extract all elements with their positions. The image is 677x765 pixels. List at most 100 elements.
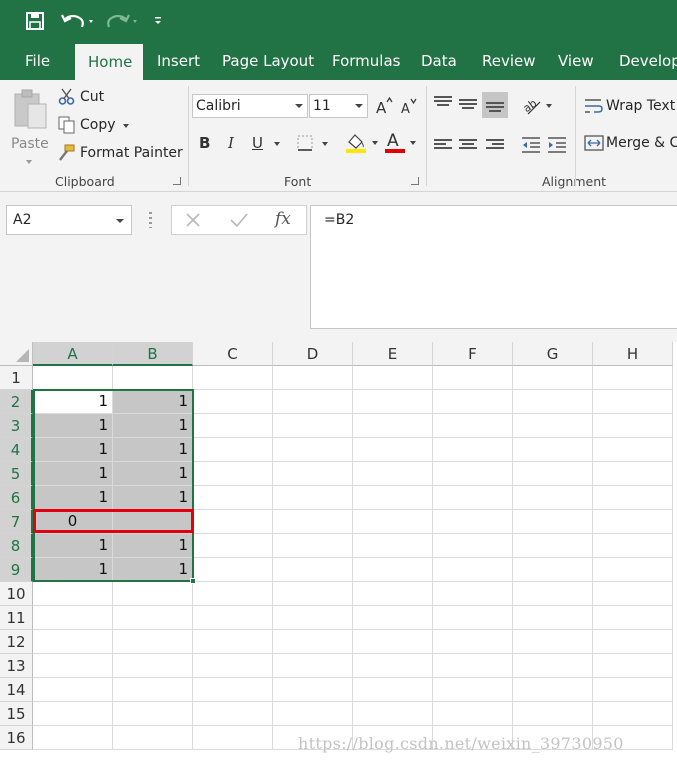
cell-a1[interactable] xyxy=(33,366,113,390)
cell-h15[interactable] xyxy=(593,702,673,726)
tab-insert[interactable]: Insert xyxy=(157,42,200,80)
cell-g8[interactable] xyxy=(513,534,593,558)
increase-font-size-button[interactable]: A xyxy=(375,96,393,117)
row-header-1[interactable]: 1 xyxy=(0,366,33,390)
cell-b15[interactable] xyxy=(113,702,193,726)
italic-button[interactable]: I xyxy=(228,134,234,152)
cell-g5[interactable] xyxy=(513,462,593,486)
cell-g13[interactable] xyxy=(513,654,593,678)
cell-f8[interactable] xyxy=(433,534,513,558)
cell-d5[interactable] xyxy=(273,462,353,486)
column-header-h[interactable]: H xyxy=(593,342,673,366)
cell-c3[interactable] xyxy=(193,414,273,438)
cell-h11[interactable] xyxy=(593,606,673,630)
cell-a11[interactable] xyxy=(33,606,113,630)
tab-home[interactable]: Home xyxy=(75,44,143,80)
cell-b12[interactable] xyxy=(113,630,193,654)
tab-review[interactable]: Review xyxy=(482,42,536,80)
cell-f14[interactable] xyxy=(433,678,513,702)
column-header-b[interactable]: B xyxy=(113,342,193,366)
row-header-4[interactable]: 4 xyxy=(0,438,33,462)
cell-e15[interactable] xyxy=(353,702,433,726)
cell-e12[interactable] xyxy=(353,630,433,654)
cell-a5[interactable]: 1 xyxy=(33,462,113,486)
font-dialog-launcher[interactable] xyxy=(411,177,419,185)
cell-d8[interactable] xyxy=(273,534,353,558)
cell-f2[interactable] xyxy=(433,390,513,414)
grip-handle[interactable] xyxy=(149,212,152,228)
cell-e11[interactable] xyxy=(353,606,433,630)
tab-file[interactable]: File xyxy=(25,42,50,80)
cell-b9[interactable]: 1 xyxy=(113,558,193,582)
row-header-7[interactable]: 7 xyxy=(0,510,33,534)
cell-b16[interactable] xyxy=(113,726,193,750)
align-center-button[interactable] xyxy=(459,139,477,153)
cell-e1[interactable] xyxy=(353,366,433,390)
cell-d1[interactable] xyxy=(273,366,353,390)
cell-a3[interactable]: 1 xyxy=(33,414,113,438)
name-box[interactable]: A2 xyxy=(6,205,132,235)
cell-c11[interactable] xyxy=(193,606,273,630)
cell-h9[interactable] xyxy=(593,558,673,582)
underline-dropdown-caret[interactable] xyxy=(274,142,280,146)
cell-c5[interactable] xyxy=(193,462,273,486)
cell-a2[interactable]: 1 xyxy=(33,390,113,414)
cell-d7[interactable] xyxy=(273,510,353,534)
cell-c10[interactable] xyxy=(193,582,273,606)
cell-d13[interactable] xyxy=(273,654,353,678)
fill-handle[interactable] xyxy=(190,578,196,584)
cell-a15[interactable] xyxy=(33,702,113,726)
align-left-button[interactable] xyxy=(434,139,452,153)
cell-f11[interactable] xyxy=(433,606,513,630)
cell-g6[interactable] xyxy=(513,486,593,510)
cell-d10[interactable] xyxy=(273,582,353,606)
row-header-11[interactable]: 11 xyxy=(0,606,33,630)
cell-h1[interactable] xyxy=(593,366,673,390)
cell-a7[interactable]: 0 xyxy=(33,510,113,534)
row-header-5[interactable]: 5 xyxy=(0,462,33,486)
middle-align-button[interactable] xyxy=(459,99,477,113)
tab-view[interactable]: View xyxy=(558,42,594,80)
tab-page-layout[interactable]: Page Layout xyxy=(222,42,314,80)
cell-c13[interactable] xyxy=(193,654,273,678)
cell-c1[interactable] xyxy=(193,366,273,390)
cell-e2[interactable] xyxy=(353,390,433,414)
cell-b7[interactable] xyxy=(113,510,193,534)
cell-g9[interactable] xyxy=(513,558,593,582)
cell-h6[interactable] xyxy=(593,486,673,510)
insert-function-button[interactable]: fx xyxy=(275,209,291,229)
copy-button[interactable]: Copy xyxy=(57,115,137,135)
borders-button[interactable] xyxy=(296,134,332,154)
enter-checkmark-icon[interactable] xyxy=(229,211,249,229)
cell-b2[interactable]: 1 xyxy=(113,390,193,414)
customize-qat-button[interactable] xyxy=(150,9,166,33)
fill-color-button[interactable] xyxy=(345,132,381,156)
cell-h2[interactable] xyxy=(593,390,673,414)
font-family-select[interactable]: Calibri xyxy=(192,94,308,118)
cell-g12[interactable] xyxy=(513,630,593,654)
cell-h8[interactable] xyxy=(593,534,673,558)
row-header-6[interactable]: 6 xyxy=(0,486,33,510)
cell-a4[interactable]: 1 xyxy=(33,438,113,462)
redo-button[interactable] xyxy=(106,9,142,33)
cell-e6[interactable] xyxy=(353,486,433,510)
cell-a9[interactable]: 1 xyxy=(33,558,113,582)
bold-button[interactable]: B xyxy=(199,134,210,152)
cell-b11[interactable] xyxy=(113,606,193,630)
cell-c14[interactable] xyxy=(193,678,273,702)
cell-f10[interactable] xyxy=(433,582,513,606)
merge-center-button[interactable]: Merge & C xyxy=(584,134,677,156)
cell-e8[interactable] xyxy=(353,534,433,558)
cell-f3[interactable] xyxy=(433,414,513,438)
cell-b14[interactable] xyxy=(113,678,193,702)
cell-b10[interactable] xyxy=(113,582,193,606)
cell-b8[interactable]: 1 xyxy=(113,534,193,558)
cell-h3[interactable] xyxy=(593,414,673,438)
cell-d11[interactable] xyxy=(273,606,353,630)
cell-g10[interactable] xyxy=(513,582,593,606)
row-header-15[interactable]: 15 xyxy=(0,702,33,726)
row-header-14[interactable]: 14 xyxy=(0,678,33,702)
cell-g15[interactable] xyxy=(513,702,593,726)
cell-d2[interactable] xyxy=(273,390,353,414)
cell-d12[interactable] xyxy=(273,630,353,654)
